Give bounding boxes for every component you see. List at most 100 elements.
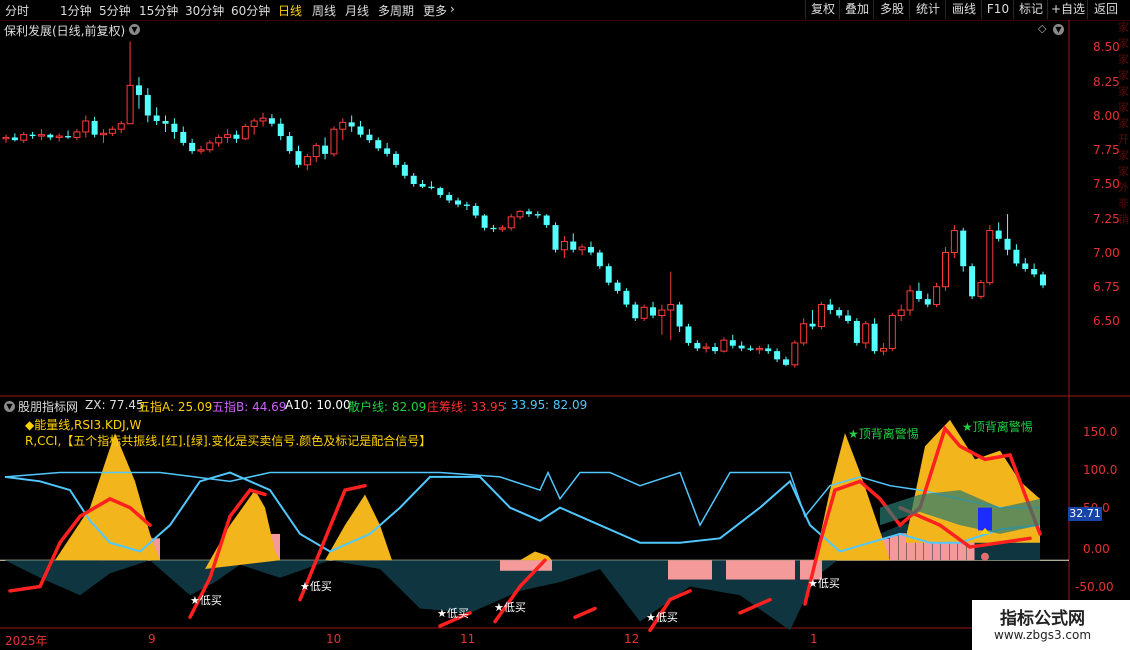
candle-body — [791, 342, 799, 366]
sell-signal: ★顶背离警惕 — [848, 427, 919, 441]
candle-body — [782, 359, 789, 365]
candle-body — [720, 339, 728, 352]
legend-a10: A10: 10.00 — [285, 398, 351, 412]
candle-body — [578, 246, 586, 251]
watermark-url: www.zbgs3.com — [994, 628, 1092, 642]
candle-body — [295, 151, 302, 165]
candle-body — [108, 128, 116, 134]
indicator-name[interactable]: 股朋指标网 — [18, 398, 78, 415]
candlestick-series — [2, 41, 1046, 368]
candle-body — [879, 347, 887, 352]
candle-body — [65, 136, 72, 138]
price-tick: 7.25 — [1093, 212, 1120, 226]
candle-body — [596, 252, 603, 267]
time-label: 1 — [810, 632, 818, 646]
indicator-tick: 100.0 — [1083, 463, 1118, 477]
candle-body — [481, 215, 488, 228]
candle-body — [498, 227, 506, 230]
buy-signal: ★低买 — [437, 607, 469, 620]
candle-body — [950, 230, 958, 254]
candle-body — [401, 164, 408, 176]
candle-body — [888, 315, 896, 349]
chart-canvas — [0, 20, 1130, 633]
candle-body — [986, 230, 994, 284]
candle-body — [1004, 238, 1011, 250]
indicator-series — [0, 419, 1069, 633]
candle-body — [552, 225, 559, 250]
candle-body — [392, 153, 399, 165]
price-tick: 6.50 — [1093, 314, 1120, 328]
candle-body — [906, 290, 914, 311]
candle-body — [570, 241, 577, 250]
candle-body — [171, 123, 178, 132]
candle-body — [268, 118, 275, 124]
indicator-note-2: R,CCI,【五个指标共振线.[红].[绿].变化是买卖信号.颜色及标记是配合信… — [25, 434, 432, 448]
candle-body — [942, 252, 950, 288]
indicator-tick: 150.0 — [1083, 425, 1118, 439]
candle-body — [1013, 249, 1020, 264]
candle-body — [162, 120, 169, 124]
candle-body — [180, 131, 187, 143]
candle-body — [144, 94, 151, 116]
candle-body — [836, 310, 843, 316]
price-tick: 7.75 — [1093, 143, 1120, 157]
time-label: 2025年 — [5, 634, 48, 648]
candle-body — [755, 347, 763, 351]
candle-body — [977, 282, 985, 297]
candle-body — [623, 290, 630, 305]
candle-body — [153, 115, 160, 121]
buy-signal: ★低买 — [808, 577, 840, 590]
legend-wuzhi-a: 五指A: 25.09 — [138, 400, 213, 414]
red-resonance-line — [573, 606, 597, 619]
resonance-peak — [520, 551, 552, 561]
candle-body — [322, 145, 329, 154]
candle-body — [640, 306, 648, 319]
legend-line-a: : 33.95 — [503, 398, 546, 412]
candle-body — [729, 340, 736, 346]
current-value-tag: 32.71 — [1068, 507, 1102, 521]
buy-signal: ★低买 — [300, 580, 332, 593]
candle-body — [384, 148, 391, 154]
candle-body — [534, 214, 541, 216]
candle-body — [702, 346, 710, 349]
price-tick: 6.75 — [1093, 280, 1120, 294]
candle-body — [126, 84, 134, 125]
legend-wuzhi-b: 五指B: 44.69 — [212, 400, 287, 414]
candle-body — [29, 134, 36, 137]
energy-bar — [898, 533, 907, 561]
candle-body — [82, 120, 90, 133]
candle-body — [667, 304, 675, 311]
candle-body — [286, 136, 293, 152]
candle-body — [330, 128, 338, 155]
candle-body — [117, 123, 125, 130]
candle-body — [747, 348, 754, 350]
indicator-menu-icon[interactable]: ▼ — [4, 401, 15, 412]
candle-body — [765, 348, 772, 352]
candle-body — [712, 347, 719, 352]
watermark-title: 指标公式网 — [1000, 609, 1085, 629]
candle-body — [303, 156, 311, 166]
time-label: 11 — [460, 632, 476, 646]
candle-body — [20, 134, 28, 141]
candle-body — [135, 85, 142, 95]
energy-bar — [668, 560, 712, 580]
candle-body — [774, 351, 781, 360]
candle-body — [933, 286, 941, 306]
candle-body — [587, 247, 594, 253]
candle-body — [924, 299, 931, 305]
price-tick: 7.00 — [1093, 246, 1120, 260]
candle-body — [1031, 268, 1038, 275]
candle-body — [605, 266, 612, 283]
time-label: 9 — [148, 632, 156, 646]
candle-body — [197, 149, 205, 152]
candle-body — [1040, 274, 1046, 286]
candle-body — [650, 307, 657, 316]
time-label: 12 — [624, 632, 640, 646]
candle-body — [312, 145, 320, 158]
candle-body — [375, 140, 382, 149]
candle-body — [455, 200, 462, 205]
candle-body — [428, 186, 435, 189]
candle-body — [366, 134, 373, 141]
candle-body — [738, 345, 745, 349]
candle-body — [250, 120, 258, 127]
